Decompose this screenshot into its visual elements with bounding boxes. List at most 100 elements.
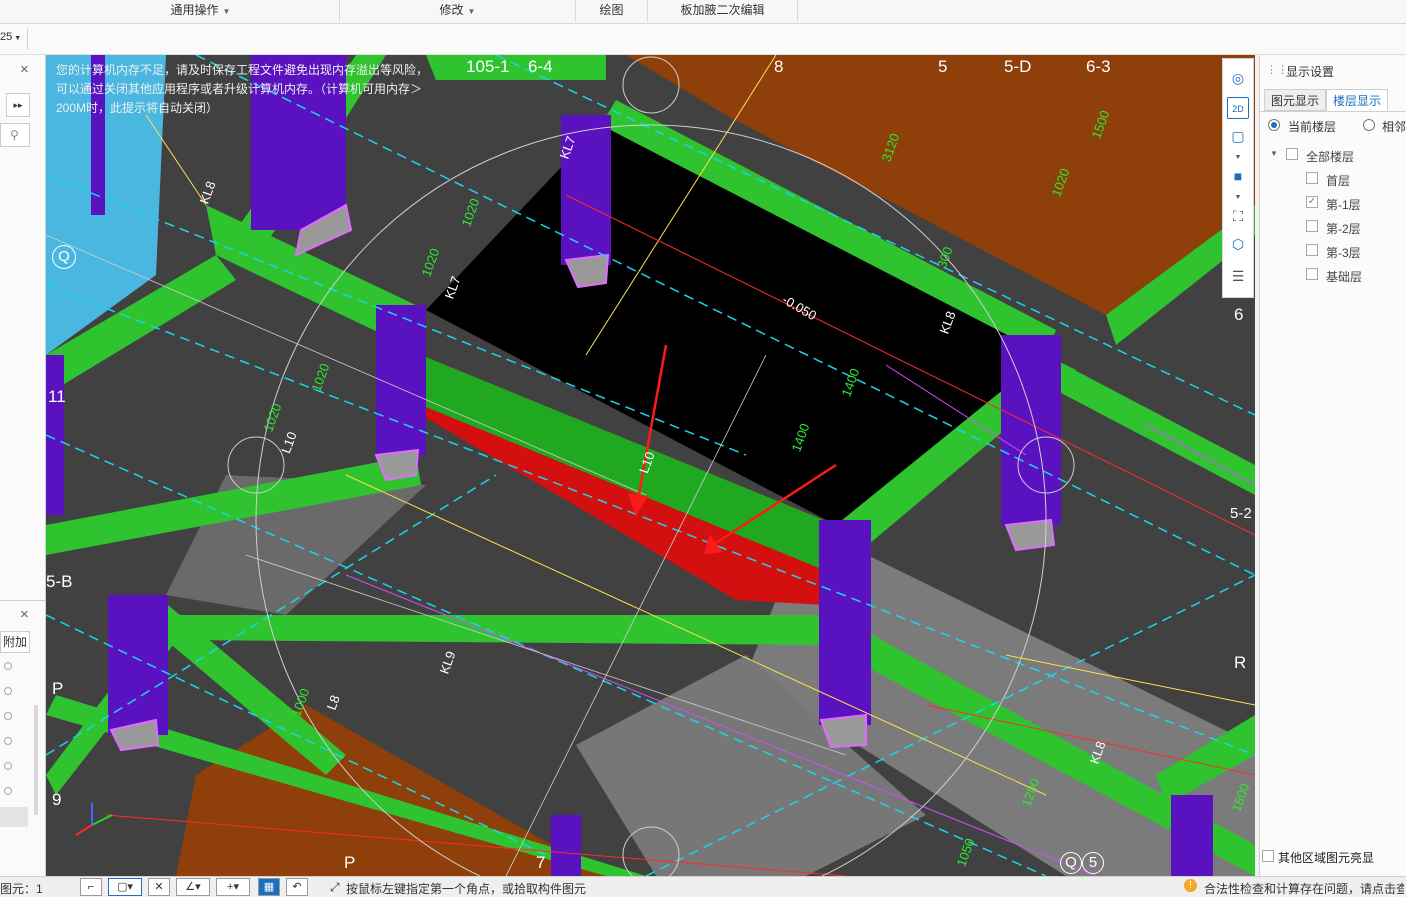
axis-label: 6-3 bbox=[1086, 57, 1111, 76]
checkbox-floor-minus2[interactable] bbox=[1306, 220, 1318, 232]
checkbox-floor-minus3[interactable] bbox=[1306, 244, 1318, 256]
ribbon-group-general[interactable]: 通用操作 ▼ bbox=[62, 0, 340, 22]
3d-viewport[interactable]: 您的计算机内存不足，请及时保存工程文件避免出现内存溢出等风险，可以通过关闭其他应… bbox=[46, 55, 1255, 876]
cube-view-icon[interactable]: ▢ bbox=[1227, 125, 1249, 147]
status-bar: 图元：1 ⌐ ▢▾ ✕ ∠▾ +▾ ▦ ↶ ⤢ 按鼠标左键指定第一个角点，或拾取… bbox=[0, 876, 1406, 896]
divider bbox=[0, 600, 46, 601]
ribbon-group-modify[interactable]: 修改 ▼ bbox=[340, 0, 576, 22]
axis-label: 5-D bbox=[1004, 57, 1032, 76]
select-box-icon[interactable]: ▢▾ bbox=[108, 878, 142, 896]
zoom-select[interactable]: 25 ▼ bbox=[0, 31, 26, 49]
radio-option[interactable] bbox=[4, 762, 12, 770]
radio-option[interactable] bbox=[4, 737, 12, 745]
list-row-selected[interactable] bbox=[0, 807, 28, 827]
snap-icon[interactable]: +▾ bbox=[216, 878, 250, 896]
chevron-down-icon[interactable]: ▼ bbox=[1270, 149, 1278, 158]
floor-label: 第-1层 bbox=[1326, 198, 1361, 212]
beam-green bbox=[166, 615, 836, 645]
chevron-down-icon: ▼ bbox=[14, 35, 22, 42]
radio-adjacent-floor-label: 相邻 bbox=[1382, 120, 1406, 134]
checkbox-highlight-other[interactable] bbox=[1262, 850, 1274, 862]
radio-option[interactable] bbox=[4, 662, 12, 670]
status-prompt: 按鼠标左键指定第一个角点，或拾取构件图元 bbox=[346, 882, 587, 896]
chevron-down-icon: ▼ bbox=[222, 7, 231, 16]
column-purple bbox=[376, 305, 426, 455]
column-purple bbox=[108, 595, 168, 735]
2d-view-icon[interactable]: 2D bbox=[1227, 97, 1249, 119]
ortho-icon[interactable]: ⌐ bbox=[80, 878, 102, 896]
ribbon-group-general-label: 通用操作 bbox=[170, 3, 219, 17]
floor-label: 第-3层 bbox=[1326, 246, 1361, 260]
curve-icon[interactable]: ↶ bbox=[286, 878, 308, 896]
expand-icon[interactable]: ▸▸ bbox=[6, 93, 30, 117]
fullscreen-icon[interactable]: ⛶ bbox=[1227, 205, 1249, 227]
axis-label: 6 bbox=[1234, 305, 1244, 324]
close-icon[interactable]: × bbox=[20, 61, 29, 78]
radio-current-floor-label: 当前楼层 bbox=[1288, 120, 1337, 134]
floor-label: 第-2层 bbox=[1326, 222, 1361, 236]
orbit-icon[interactable]: ◎ bbox=[1227, 67, 1249, 89]
axis-label: 5-2 bbox=[1230, 505, 1252, 522]
column-purple bbox=[551, 815, 581, 876]
column-purple bbox=[1171, 795, 1213, 876]
checkbox-foundation[interactable] bbox=[1306, 268, 1318, 280]
radio-option[interactable] bbox=[4, 787, 12, 795]
radio-adjacent-floor[interactable] bbox=[1363, 119, 1375, 131]
fold-tab-attach[interactable]: 附加 bbox=[0, 631, 30, 653]
checkbox-all-floors[interactable] bbox=[1286, 148, 1298, 160]
radio-option[interactable] bbox=[4, 687, 12, 695]
divider bbox=[27, 28, 28, 50]
ribbon-group-bar: 通用操作 ▼ 修改 ▼ 绘图 板加腋二次编辑 bbox=[0, 0, 1406, 24]
grid-icon[interactable]: ▦ bbox=[258, 878, 280, 896]
3d-box-icon[interactable]: ⬡ bbox=[1227, 233, 1249, 255]
tab-element-display[interactable]: 图元显示 bbox=[1264, 89, 1327, 111]
left-panel: × ▸▸ ⚲ × 附加 bbox=[0, 55, 46, 877]
fold-tab-label: 附加 bbox=[3, 635, 28, 649]
highlight-other-label: 其他区域图元亮显 bbox=[1278, 851, 1375, 865]
warning-icon[interactable]: ! bbox=[1184, 879, 1197, 892]
view-toolstrip: ◎ 2D ▢ ▼ ■ ▼ ⛶ ⬡ ☰ bbox=[1222, 58, 1254, 298]
floor-label: 基础层 bbox=[1326, 270, 1363, 284]
tree-root-label: 全部楼层 bbox=[1306, 150, 1355, 164]
check-alert-link[interactable]: 合法性检查和计算存在问题，请点击查看 bbox=[1204, 880, 1404, 897]
checkbox-floor-minus1[interactable]: ✓ bbox=[1306, 196, 1318, 208]
axis-label: 7 bbox=[536, 853, 546, 872]
close-icon[interactable]: × bbox=[20, 606, 29, 623]
axis-label: P bbox=[344, 853, 356, 872]
radio-current-floor[interactable] bbox=[1268, 119, 1280, 131]
axis-label: P bbox=[52, 679, 64, 698]
angle-icon[interactable]: ∠▾ bbox=[176, 878, 210, 896]
display-settings-panel: ⋮⋮ 显示设置 图元显示 楼层显示 当前楼层 相邻 ▼ 全部楼层 首层 ✓ 第-… bbox=[1259, 55, 1406, 877]
ribbon-group-haunch-edit-label: 板加腋二次编辑 bbox=[680, 3, 765, 17]
display-settings-icon[interactable]: ☰ bbox=[1227, 265, 1249, 287]
ribbon-group-haunch-edit[interactable]: 板加腋二次编辑 bbox=[648, 0, 798, 22]
axis-label: 5-B bbox=[46, 572, 73, 591]
floor-label: 首层 bbox=[1326, 174, 1351, 188]
ribbon-group-modify-label: 修改 bbox=[439, 3, 464, 17]
radio-option[interactable] bbox=[4, 712, 12, 720]
cube-solid-icon[interactable]: ■ bbox=[1227, 165, 1249, 187]
memory-warning: 您的计算机内存不足，请及时保存工程文件避免出现内存溢出等风险，可以通过关闭其他应… bbox=[56, 63, 429, 115]
axis-label: Q bbox=[52, 245, 76, 269]
beam-green bbox=[426, 55, 606, 80]
sub-toolbar: 25 ▼ bbox=[0, 24, 1406, 55]
column-base bbox=[1004, 518, 1056, 552]
axis-label: Q bbox=[1060, 852, 1082, 874]
scrollbar[interactable] bbox=[34, 705, 38, 815]
axis-label: 8 bbox=[774, 57, 784, 76]
axis-label: 6-4 bbox=[528, 57, 553, 76]
checkbox-floor-1[interactable] bbox=[1306, 172, 1318, 184]
column-purple bbox=[1001, 335, 1061, 525]
chevron-down-icon: ▼ bbox=[467, 7, 476, 16]
axis-label: 5 bbox=[938, 57, 948, 76]
column-purple bbox=[46, 355, 64, 515]
axis-label: 5 bbox=[1082, 852, 1104, 874]
axis-label: 11 bbox=[48, 387, 66, 406]
cross-select-icon[interactable]: ✕ bbox=[148, 878, 170, 896]
axis-label: 105-1 bbox=[466, 57, 510, 76]
ribbon-group-draw-label: 绘图 bbox=[599, 3, 624, 17]
ribbon-group-draw[interactable]: 绘图 bbox=[576, 0, 648, 22]
drag-handle-icon[interactable]: ⋮⋮ bbox=[1266, 63, 1288, 76]
tab-floor-display[interactable]: 楼层显示 bbox=[1326, 89, 1389, 111]
search-input[interactable]: ⚲ bbox=[0, 123, 30, 147]
